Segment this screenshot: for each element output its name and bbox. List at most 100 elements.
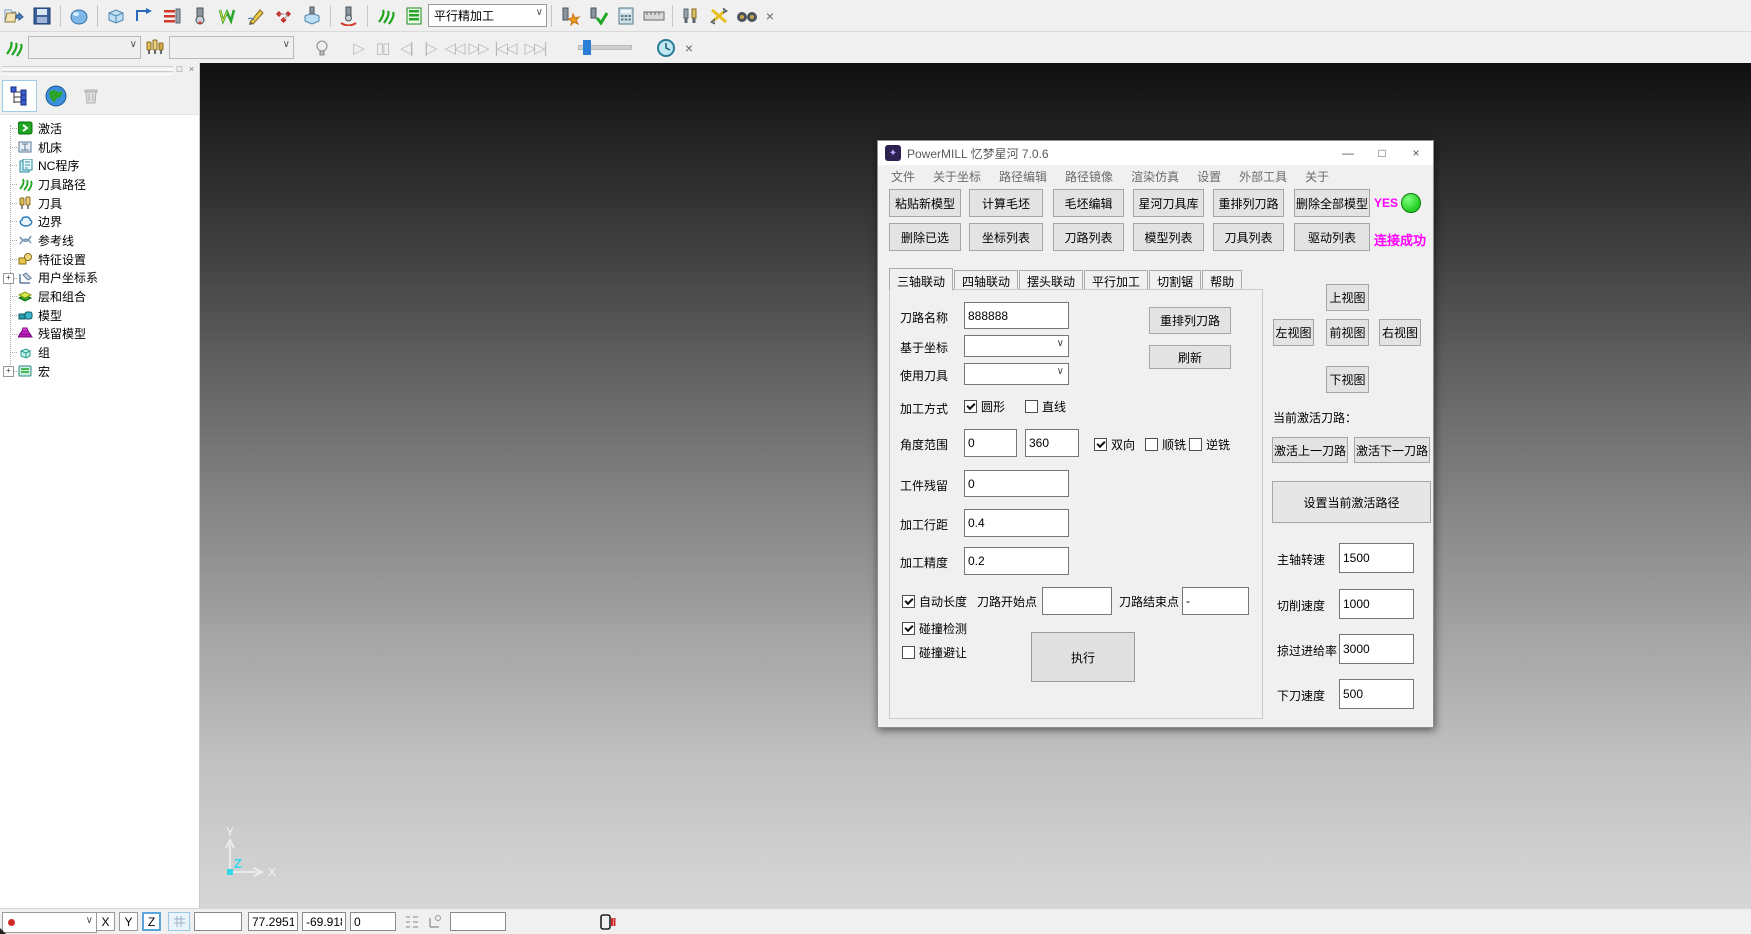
angle-to-input[interactable]	[1025, 429, 1079, 457]
fast-forward-button[interactable]: ▷▷	[466, 39, 490, 57]
view-front-button[interactable]: 前视图	[1326, 319, 1369, 346]
use-tool-combo[interactable]: ∨	[964, 363, 1069, 385]
tab-4axis[interactable]: 四轴联动	[954, 270, 1018, 290]
checkbox-icon[interactable]	[964, 400, 977, 413]
coord-x-value[interactable]	[248, 912, 298, 931]
block-icon[interactable]	[103, 3, 129, 29]
axis-x-button[interactable]: X	[96, 912, 115, 931]
strategy-list-icon[interactable]	[401, 3, 427, 29]
collision-avoid-checkbox[interactable]: 碰撞避让	[902, 644, 967, 661]
delete-all-models-button[interactable]: 删除全部模型	[1294, 189, 1370, 217]
compute-stock-button[interactable]: 计算毛坯	[969, 189, 1043, 217]
resize-grip[interactable]	[0, 928, 7, 934]
menu-path-edit[interactable]: 路径编辑	[990, 168, 1056, 185]
execute-button[interactable]: 执行	[1031, 632, 1135, 682]
go-to-end-button[interactable]: ▷▷|	[520, 39, 550, 57]
activate-next-button[interactable]: 激活下一刀路	[1354, 437, 1430, 463]
rearrange-toolpaths-button[interactable]: 重排列刀路	[1213, 189, 1284, 217]
stepover-input[interactable]	[964, 509, 1069, 537]
feature-block-icon[interactable]	[299, 3, 325, 29]
sim-tool-combo[interactable]: ∨	[169, 36, 294, 59]
menu-settings[interactable]: 设置	[1188, 168, 1230, 185]
toolpath-list-button[interactable]: 刀路列表	[1053, 223, 1124, 251]
speed-slider-handle[interactable]	[583, 40, 591, 55]
tool-icon[interactable]	[187, 3, 213, 29]
sphere-icon[interactable]	[66, 3, 92, 29]
close-button[interactable]: ×	[1399, 141, 1433, 165]
xyz-list-icon[interactable]	[404, 914, 420, 930]
strategy-combo[interactable]: 平行精加工 ∨	[428, 4, 547, 27]
statusbar-field-1[interactable]	[194, 912, 242, 931]
tool-pair-icon[interactable]	[678, 3, 704, 29]
view-bottom-button[interactable]: 下视图	[1326, 366, 1369, 393]
tree-item-activate[interactable]: 激活	[0, 119, 199, 138]
minimize-button[interactable]: —	[1331, 141, 1365, 165]
checkbox-icon[interactable]	[902, 595, 915, 608]
menu-external-tools[interactable]: 外部工具	[1230, 168, 1296, 185]
tools-icon[interactable]	[142, 35, 168, 61]
checkbox-icon[interactable]	[1094, 438, 1107, 451]
locator-axis-icon[interactable]	[426, 913, 444, 931]
tool-library-button[interactable]: 星河刀具库	[1133, 189, 1204, 217]
leads-links-icon[interactable]	[215, 3, 241, 29]
plunge-feed-input[interactable]	[1339, 679, 1414, 709]
rewind-button[interactable]: ◁◁	[442, 39, 466, 57]
tree-item-toolpaths[interactable]: 刀具路径	[0, 175, 199, 194]
tree-item-models[interactable]: 模型	[0, 306, 199, 325]
open-icon[interactable]	[1, 3, 27, 29]
calculator-icon[interactable]	[613, 3, 639, 29]
statusbar-combo[interactable]: ∨	[2, 912, 97, 933]
menu-about-coords[interactable]: 关于坐标	[924, 168, 990, 185]
tree-item-levels-sets[interactable]: 层和组合	[0, 287, 199, 306]
maximize-button[interactable]: □	[1365, 141, 1399, 165]
speed-slider[interactable]	[578, 45, 632, 50]
save-icon[interactable]	[29, 3, 55, 29]
angle-from-input[interactable]	[964, 429, 1017, 457]
activate-prev-button[interactable]: 激活上一刀路	[1272, 437, 1348, 463]
skim-feed-input[interactable]	[1339, 634, 1414, 664]
tab-saw[interactable]: 切割锯	[1149, 270, 1201, 290]
panel-rearrange-button[interactable]: 重排列刀路	[1149, 307, 1231, 334]
pencil-icon[interactable]	[243, 3, 269, 29]
toolpath-spring-icon[interactable]	[373, 3, 399, 29]
pause-button[interactable]: ▯▯	[370, 39, 394, 57]
view-left-button[interactable]: 左视图	[1273, 319, 1314, 346]
stock-edit-button[interactable]: 毛坯编辑	[1053, 189, 1124, 217]
binoculars-icon[interactable]	[734, 3, 760, 29]
step-forward-button[interactable]: |▷	[418, 39, 442, 57]
tree-item-nc-programs[interactable]: NC程序	[0, 156, 199, 175]
cutting-feed-input[interactable]	[1339, 589, 1414, 619]
climb-checkbox[interactable]: 顺铣	[1145, 436, 1186, 453]
measure-ruler-icon[interactable]	[641, 3, 667, 29]
start-point-input[interactable]	[1042, 587, 1112, 615]
statusbar-field-2[interactable]	[450, 912, 506, 931]
based-coord-combo[interactable]: ∨	[964, 335, 1069, 357]
explorer-globe-button[interactable]	[39, 81, 72, 111]
toolpath-strategy-icon[interactable]	[131, 3, 157, 29]
toolpath-spring-icon[interactable]	[1, 35, 27, 61]
tool-list-button[interactable]: 刀具列表	[1213, 223, 1284, 251]
coord-list-button[interactable]: 坐标列表	[969, 223, 1043, 251]
lightbulb-icon[interactable]	[309, 35, 335, 61]
auto-length-checkbox[interactable]: 自动长度	[902, 593, 967, 610]
pattern-points-icon[interactable]	[271, 3, 297, 29]
end-point-input[interactable]	[1182, 587, 1249, 615]
stock-remain-input[interactable]	[964, 470, 1069, 497]
checkbox-icon[interactable]	[1189, 438, 1202, 451]
drive-list-button[interactable]: 驱动列表	[1294, 223, 1370, 251]
tolerance-input[interactable]	[964, 547, 1069, 575]
clock-icon[interactable]	[653, 35, 679, 61]
tab-help[interactable]: 帮助	[1202, 270, 1242, 290]
tree-item-feature-sets[interactable]: 特征设置	[0, 250, 199, 269]
tree-item-groups[interactable]: 组	[0, 343, 199, 362]
panel-float-icon[interactable]: □	[174, 64, 185, 75]
expand-icon[interactable]: +	[3, 366, 14, 377]
mode-circle-checkbox[interactable]: 圆形	[964, 398, 1005, 415]
verify-check-icon[interactable]	[585, 3, 611, 29]
checkbox-icon[interactable]	[1145, 438, 1158, 451]
delete-selected-button[interactable]: 删除已选	[889, 223, 961, 251]
mode-line-checkbox[interactable]: 直线	[1025, 398, 1066, 415]
collision-check-icon[interactable]	[557, 3, 583, 29]
model-list-button[interactable]: 模型列表	[1133, 223, 1204, 251]
panel-refresh-button[interactable]: 刷新	[1149, 345, 1231, 369]
